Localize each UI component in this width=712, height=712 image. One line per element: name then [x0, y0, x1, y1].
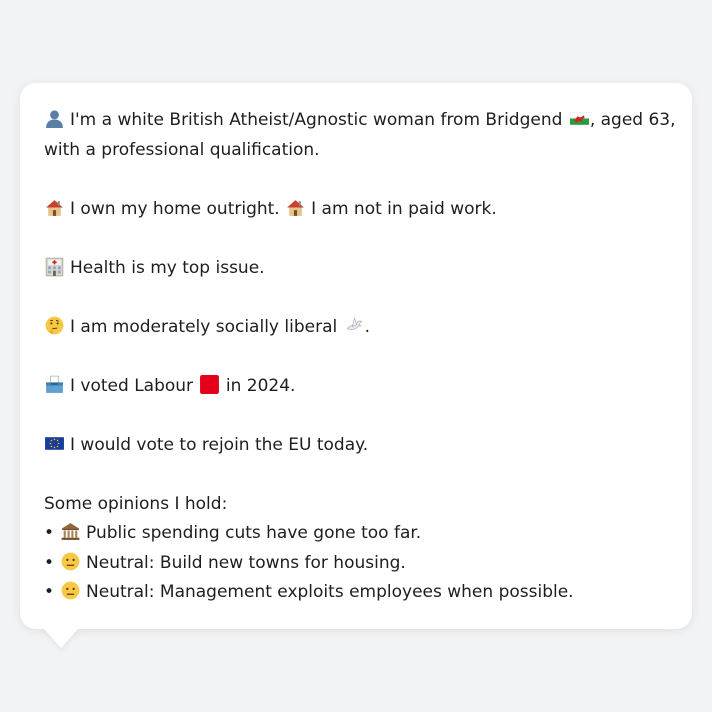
neutral-face-icon [60, 551, 81, 572]
opinion-text: Neutral: Management exploits employees w… [86, 582, 574, 602]
list-item: • Public spending cuts have gone too far… [44, 519, 668, 549]
neutral-face-icon [60, 580, 81, 601]
issue-paragraph: Health is my top issue. [44, 254, 668, 284]
opinions-heading: Some opinions I hold: [44, 493, 228, 514]
bullet: • [44, 523, 55, 543]
liberal-period: . [364, 316, 371, 337]
person-icon [44, 108, 65, 129]
home-ownership-text: I own my home outright. [70, 198, 280, 219]
vote-paragraph: I voted Labour in 2024. [44, 372, 668, 402]
house-icon [285, 197, 306, 218]
qualification-text: with a professional qualification. [44, 139, 320, 160]
intro-paragraph: I'm a white British Atheist/Agnostic wom… [44, 106, 676, 165]
wales-flag-icon [569, 108, 590, 129]
home-paragraph: I own my home outright. I am not in paid… [44, 195, 668, 225]
intro-text: I'm a white British Atheist/Agnostic wom… [70, 110, 563, 130]
vote-year-text: in 2024. [225, 375, 296, 396]
top-issue-text: Health is my top issue. [70, 257, 265, 278]
bullet: • [44, 582, 55, 602]
liberal-paragraph: I am moderately socially liberal . [44, 313, 668, 343]
dove-icon [344, 315, 365, 336]
list-item: • Neutral: Management exploits employees… [44, 578, 668, 608]
work-status-text: I am not in paid work. [311, 198, 497, 219]
eu-flag-icon [44, 433, 65, 454]
list-item: • Neutral: Build new towns for housing. [44, 549, 668, 579]
bubble-tail [43, 628, 79, 648]
bullet: • [44, 552, 55, 573]
opinion-text: Public spending cuts have gone too far. [86, 523, 422, 543]
house-icon [44, 197, 65, 218]
bank-icon [60, 521, 81, 542]
eu-rejoin-text: I would vote to rejoin the EU today. [70, 434, 369, 455]
eu-paragraph: I would vote to rejoin the EU today. [44, 431, 668, 461]
ballot-box-icon [44, 374, 65, 395]
opinions-section: Some opinions I hold: • Public spending … [44, 490, 668, 608]
hospital-icon [44, 256, 65, 277]
thinking-face-icon [44, 315, 65, 336]
intro-age-text: , aged 63, [589, 110, 676, 130]
opinion-text: Neutral: Build new towns for housing. [86, 552, 406, 573]
message-bubble: I'm a white British Atheist/Agnostic wom… [20, 83, 692, 629]
voted-labour-text: I voted Labour [70, 375, 194, 396]
social-liberal-text: I am moderately socially liberal [70, 316, 338, 337]
red-square-icon [199, 374, 220, 395]
